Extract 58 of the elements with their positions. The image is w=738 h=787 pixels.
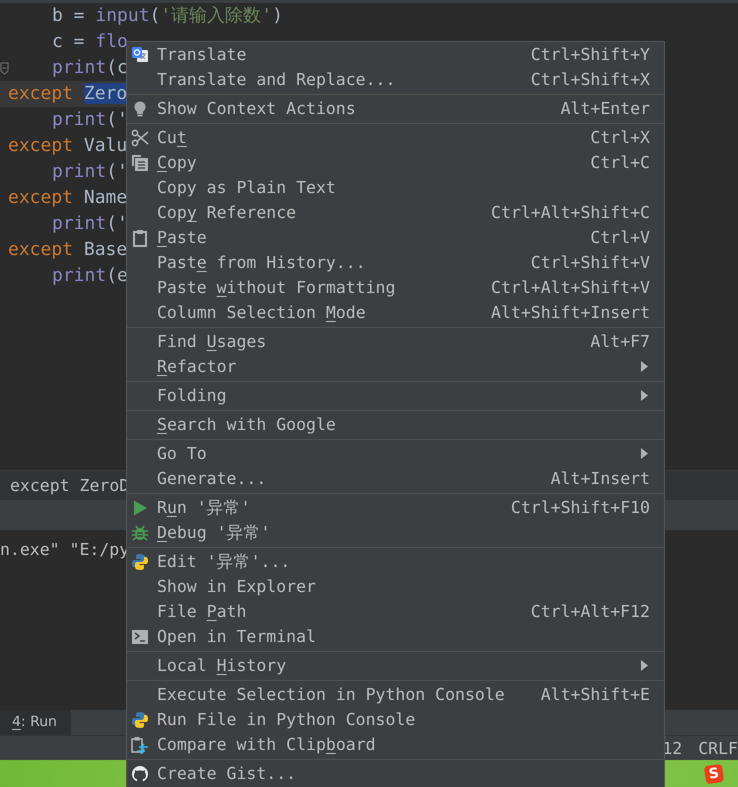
shortcut-label: Ctrl+Shift+V [530, 252, 650, 274]
menu-item[interactable]: Go To [127, 441, 664, 466]
menu-item[interactable]: Generate... Alt+Insert [127, 466, 664, 491]
menu-item[interactable]: Copy Ctrl+C [127, 150, 664, 175]
menu-item[interactable]: Folding [127, 383, 664, 408]
code-line: except Name [7, 186, 128, 210]
menu-item[interactable]: File Path Ctrl+Alt+F12 [127, 599, 664, 624]
menu-item[interactable]: Show Context Actions Alt+Enter [127, 96, 664, 121]
menu-item[interactable]: Cut Ctrl+X [127, 125, 664, 150]
menu-item[interactable]: Paste without Formatting Ctrl+Alt+Shift+V [127, 275, 664, 300]
menu-item[interactable]: Compare with Clipboard [127, 732, 664, 757]
menu-item[interactable]: Refactor [127, 354, 664, 379]
menu-item[interactable]: Debug '异常' [127, 520, 664, 545]
code-line: b = input('请输入除数') [51, 4, 283, 28]
code-line: print(c [51, 56, 128, 80]
shortcut-label: Ctrl+Alt+Shift+C [491, 202, 650, 224]
shortcut-label: Alt+F7 [590, 331, 650, 353]
console-line: n.exe" "E:/py [0, 540, 130, 559]
menu-item[interactable]: Column Selection Mode Alt+Shift+Insert [127, 300, 664, 325]
menu-item[interactable]: Run '异常' Ctrl+Shift+F10 [127, 495, 664, 520]
shortcut-label: Ctrl+C [590, 152, 650, 174]
menu-item[interactable]: Open in Terminal [127, 624, 664, 649]
shortcut-label: Ctrl+Shift+X [530, 69, 650, 91]
shortcut-label: Ctrl+Alt+Shift+V [491, 277, 650, 299]
shortcut-label: Ctrl+Alt+F12 [530, 601, 650, 623]
tray-icon[interactable]: S [704, 763, 724, 784]
code-line: print(' [51, 160, 128, 184]
menu-item[interactable]: Execute Selection in Python Console Alt+Shift+E [127, 682, 664, 707]
shortcut-label: Ctrl+Shift+Y [530, 44, 650, 66]
menu-item[interactable]: Copy as Plain Text [127, 175, 664, 200]
shortcut-label: Alt+Shift+E [540, 684, 650, 706]
shortcut-label: Ctrl+Shift+F10 [510, 497, 650, 519]
shortcut-label: Alt+Enter [560, 98, 650, 120]
code-line: except Base [7, 238, 128, 262]
code-line: except Valu [7, 134, 128, 158]
shortcut-label: Ctrl+X [590, 127, 650, 149]
menu-item[interactable]: Translate and Replace... Ctrl+Shift+X [127, 67, 664, 92]
shortcut-label: Alt+Shift+Insert [491, 302, 650, 324]
menu-item[interactable]: Run File in Python Console [127, 707, 664, 732]
code-line: print(' [51, 108, 128, 132]
code-line: print(' [51, 212, 128, 236]
menu-item[interactable]: Paste Ctrl+V [127, 225, 664, 250]
menu-item[interactable]: Paste from History... Ctrl+Shift+V [127, 250, 664, 275]
shortcut-label: Alt+Insert [550, 468, 650, 490]
menu-item[interactable]: Local History [127, 653, 664, 678]
shortcut-label: Ctrl+V [590, 227, 650, 249]
menu-item[interactable]: Search with Google [127, 412, 664, 437]
line-separator[interactable]: CRLF [698, 736, 738, 760]
menu-item[interactable]: Show in Explorer [127, 574, 664, 599]
tool-window-tab[interactable]: 4: Run [0, 710, 71, 735]
code-line: c = flo [51, 30, 128, 54]
menu-item[interactable]: Find Usages Alt+F7 [127, 329, 664, 354]
cursor-position[interactable]: 12 [662, 736, 682, 760]
menu-item[interactable]: Translate Ctrl+Shift+Y [127, 42, 664, 67]
code-line: print(e [51, 264, 128, 288]
menu-item[interactable]: Copy Reference Ctrl+Alt+Shift+C [127, 200, 664, 225]
menu-item[interactable]: Create Gist... [127, 761, 664, 786]
menu-item[interactable]: Edit '异常'... [127, 549, 664, 574]
